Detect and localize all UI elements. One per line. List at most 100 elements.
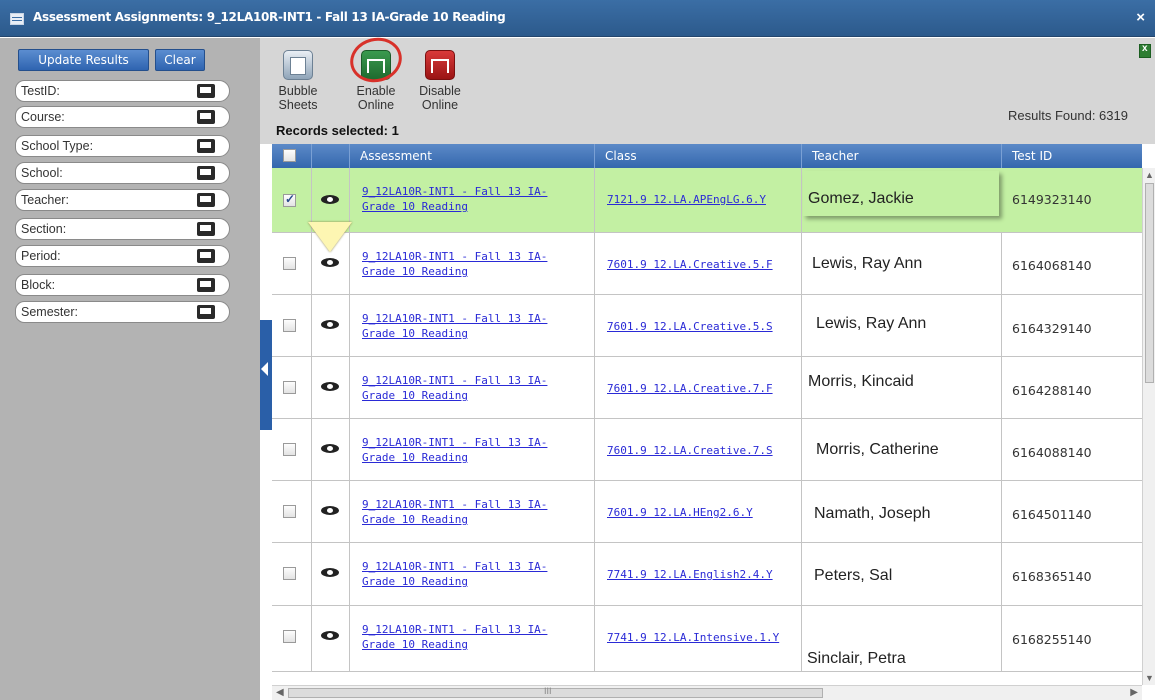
view-eye-icon[interactable] xyxy=(321,568,339,577)
class-link[interactable]: 7601.9 12.LA.Creative.7.F xyxy=(607,381,773,396)
assessment-link[interactable]: 9_12LA10R-INT1 - Fall 13 IA- Grade 10 Rea… xyxy=(362,435,547,465)
filter-label: TestID: xyxy=(21,84,60,98)
close-icon[interactable]: × xyxy=(1136,9,1145,26)
header-class[interactable]: Class xyxy=(595,144,802,168)
assessment-cell: 9_12LA10R-INT1 - Fall 13 IA- Grade 10 Rea… xyxy=(350,168,595,232)
class-cell: 7741.9 12.LA.Intensive.1.Y xyxy=(595,606,802,671)
class-link[interactable]: 7741.9 12.LA.Intensive.1.Y xyxy=(607,630,779,645)
row-checkbox[interactable] xyxy=(283,443,296,456)
row-checkbox[interactable] xyxy=(283,192,296,207)
table-row[interactable]: 9_12LA10R-INT1 - Fall 13 IA-Grade 10 Rea… xyxy=(272,357,1142,419)
view-eye-icon[interactable] xyxy=(321,382,339,391)
results-found-text: Results Found: 6319 xyxy=(1008,108,1128,123)
assessment-link[interactable]: 9_12LA10R-INT1 - Fall 13 IA- Grade 10 Rea… xyxy=(362,497,547,527)
filter-period[interactable]: Period: xyxy=(15,245,230,267)
assessment-link[interactable]: 9_12LA10R-INT1 - Fall 13 IA- Grade 10 Rea… xyxy=(362,559,547,589)
view-cell xyxy=(312,543,350,605)
table-row[interactable]: 9_12LA10R-INT1 - Fall 13 IA-Grade 10 Rea… xyxy=(272,168,1142,233)
disable-online-button[interactable]: Disable Online xyxy=(417,50,463,112)
test-id: 6164068140 xyxy=(1012,258,1092,273)
teacher-cell: Peters, Sal xyxy=(802,543,1002,605)
class-link[interactable]: 7601.9 12.LA.Creative.5.F xyxy=(607,257,773,272)
table-row[interactable]: 9_12LA10R-INT1 - Fall 13 IA-Grade 10 Rea… xyxy=(272,543,1142,606)
select-cell xyxy=(272,357,312,418)
assessment-link[interactable]: 9_12LA10R-INT1 - Fall 13 IA- Grade 10 Rea… xyxy=(362,184,547,214)
scroll-down-icon[interactable]: ▼ xyxy=(1145,673,1154,683)
class-link[interactable]: 7601.9 12.LA.HEng2.6.Y xyxy=(607,505,753,520)
row-checkbox[interactable] xyxy=(283,257,296,270)
scroll-grip: III xyxy=(544,686,552,696)
class-link[interactable]: 7741.9 12.LA.English2.4.Y xyxy=(607,567,773,582)
table-row[interactable]: 9_12LA10R-INT1 - Fall 13 IA-Grade 10 Rea… xyxy=(272,295,1142,357)
filter-testid[interactable]: TestID: xyxy=(15,80,230,102)
view-eye-icon[interactable] xyxy=(321,631,339,640)
header-select-cell xyxy=(272,144,312,168)
tool-label: Disable xyxy=(419,84,461,98)
table-row[interactable]: 9_12LA10R-INT1 - Fall 13 IA-Grade 10 Rea… xyxy=(272,233,1142,295)
filter-picker-icon[interactable] xyxy=(197,193,215,207)
view-eye-icon[interactable] xyxy=(321,506,339,515)
filter-label: School Type: xyxy=(21,139,94,153)
filter-picker-icon[interactable] xyxy=(197,139,215,153)
assessment-link[interactable]: 9_12LA10R-INT1 - Fall 13 IA- Grade 10 Rea… xyxy=(362,311,547,341)
filter-picker-icon[interactable] xyxy=(197,249,215,263)
row-checkbox[interactable] xyxy=(283,381,296,394)
view-eye-icon[interactable] xyxy=(321,258,339,267)
class-link[interactable]: 7601.9 12.LA.Creative.7.S xyxy=(607,443,773,458)
sidebar-collapse-handle[interactable] xyxy=(260,320,272,430)
excel-export-icon[interactable] xyxy=(1139,43,1151,58)
filter-picker-icon[interactable] xyxy=(197,166,215,180)
scroll-left-icon[interactable]: ◀ xyxy=(276,687,284,698)
filter-picker-icon[interactable] xyxy=(197,84,215,98)
filter-picker-icon[interactable] xyxy=(197,305,215,319)
assessment-link[interactable]: 9_12LA10R-INT1 - Fall 13 IA- Grade 10 Rea… xyxy=(362,249,547,279)
header-assessment[interactable]: Assessment xyxy=(350,144,595,168)
teacher-cell: Lewis, Ray Ann xyxy=(802,295,1002,356)
select-all-checkbox[interactable] xyxy=(283,149,296,162)
vertical-scrollbar[interactable]: ▲ ▼ xyxy=(1142,168,1155,685)
filter-block[interactable]: Block: xyxy=(15,274,230,296)
filter-picker-icon[interactable] xyxy=(197,110,215,124)
row-checkbox[interactable] xyxy=(283,630,296,643)
update-results-button[interactable]: Update Results xyxy=(18,49,149,71)
filter-picker-icon[interactable] xyxy=(197,222,215,236)
class-link[interactable]: 7601.9 12.LA.Creative.5.S xyxy=(607,319,773,334)
row-checkbox[interactable] xyxy=(283,505,296,518)
filter-semester[interactable]: Semester: xyxy=(15,301,230,323)
assessment-link[interactable]: 9_12LA10R-INT1 - Fall 13 IA- Grade 10 Rea… xyxy=(362,373,547,403)
records-selected-text: Records selected: 1 xyxy=(276,123,399,138)
row-checkbox[interactable] xyxy=(283,567,296,580)
scroll-thumb[interactable]: III xyxy=(288,686,823,698)
test-id: 6164501140 xyxy=(1012,507,1092,522)
scroll-right-icon[interactable]: ▶ xyxy=(1130,687,1138,698)
view-eye-icon[interactable] xyxy=(321,195,339,204)
table-row[interactable]: 9_12LA10R-INT1 - Fall 13 IA-Grade 10 Rea… xyxy=(272,606,1142,672)
scroll-up-icon[interactable]: ▲ xyxy=(1145,170,1154,180)
assessment-cell: 9_12LA10R-INT1 - Fall 13 IA- Grade 10 Rea… xyxy=(350,295,595,356)
filter-teacher[interactable]: Teacher: xyxy=(15,189,230,211)
row-checkbox[interactable] xyxy=(283,319,296,332)
assessment-link[interactable]: 9_12LA10R-INT1 - Fall 13 IA- Grade 10 Rea… xyxy=(362,622,547,652)
view-eye-icon[interactable] xyxy=(321,444,339,453)
filter-school-type[interactable]: School Type: xyxy=(15,135,230,157)
filter-sidebar: Update Results Clear TestID: Course: Sch… xyxy=(0,38,260,700)
table-row[interactable]: 9_12LA10R-INT1 - Fall 13 IA-Grade 10 Rea… xyxy=(272,419,1142,481)
view-eye-icon[interactable] xyxy=(321,320,339,329)
tool-label: Sheets xyxy=(278,98,318,112)
teacher-name: Sinclair, Petra xyxy=(807,650,906,667)
filter-school[interactable]: School: xyxy=(15,162,230,184)
class-cell: 7601.9 12.LA.HEng2.6.Y xyxy=(595,481,802,542)
scroll-thumb[interactable] xyxy=(1145,183,1154,383)
header-test-id[interactable]: Test ID xyxy=(1002,144,1142,168)
table-row[interactable]: 9_12LA10R-INT1 - Fall 13 IA-Grade 10 Rea… xyxy=(272,481,1142,543)
header-teacher[interactable]: Teacher xyxy=(802,144,1002,168)
tool-label: Bubble xyxy=(278,84,318,98)
horizontal-scrollbar[interactable]: ◀ III ▶ xyxy=(272,685,1142,700)
filter-picker-icon[interactable] xyxy=(197,278,215,292)
assessment-cell: 9_12LA10R-INT1 - Fall 13 IA- Grade 10 Rea… xyxy=(350,357,595,418)
class-link[interactable]: 7121.9 12.LA.APEngLG.6.Y xyxy=(607,192,766,207)
bubble-sheets-button[interactable]: Bubble Sheets xyxy=(278,50,318,112)
filter-course[interactable]: Course: xyxy=(15,106,230,128)
clear-button[interactable]: Clear xyxy=(155,49,205,71)
filter-section[interactable]: Section: xyxy=(15,218,230,240)
